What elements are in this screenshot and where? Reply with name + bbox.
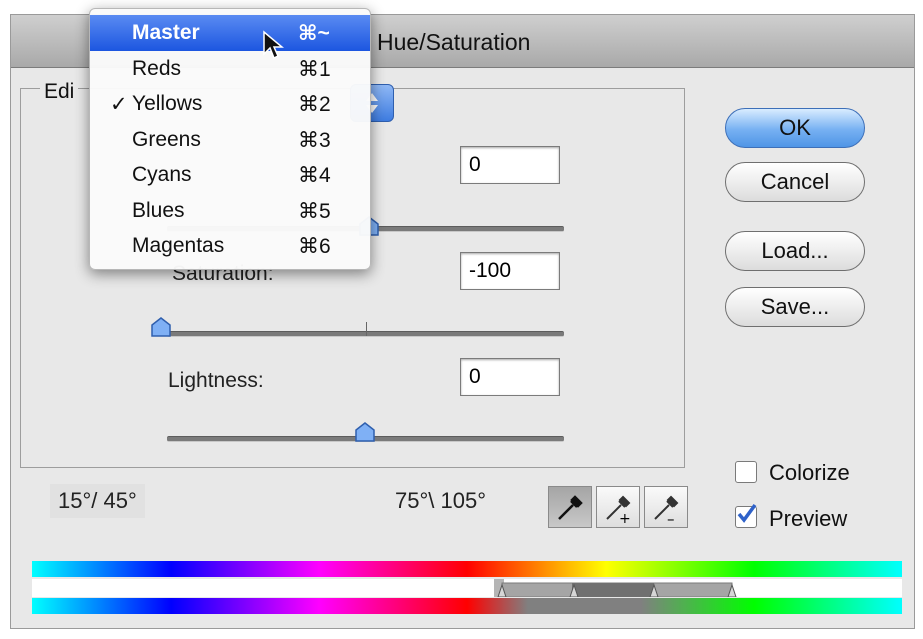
menu-item-cyans[interactable]: Cyans ⌘4 [90, 157, 370, 193]
check-icon: ✓ [110, 92, 128, 116]
colorize-checkbox[interactable] [735, 461, 757, 483]
shortcut: ⌘6 [298, 234, 331, 258]
color-range-slider[interactable] [32, 579, 902, 598]
pointer-cursor-icon [263, 30, 284, 60]
range-right-readout: 75°\ 105° [395, 488, 486, 513]
saturation-input[interactable] [460, 252, 560, 290]
svg-text:+: + [619, 511, 631, 527]
input-spectrum-bar [32, 561, 902, 577]
shortcut: ⌘5 [298, 199, 331, 223]
saturation-slider-thumb[interactable] [150, 316, 172, 338]
menu-item-yellows[interactable]: ✓ Yellows ⌘2 [90, 86, 370, 122]
shortcut: ⌘2 [298, 92, 331, 116]
shortcut: ⌘4 [298, 163, 331, 187]
add-to-sample-button[interactable]: + [596, 486, 640, 528]
menu-item-reds[interactable]: Reds ⌘1 [90, 51, 370, 87]
eyedropper-icon [558, 495, 583, 520]
shortcut: ⌘3 [298, 128, 331, 152]
preview-label: Preview [769, 506, 848, 531]
subtract-from-sample-button[interactable]: – [644, 486, 688, 528]
lightness-input[interactable] [460, 358, 560, 396]
check-icon [737, 503, 757, 523]
eyedropper-minus-icon: – [654, 495, 679, 528]
eyedropper-plus-icon: + [606, 495, 631, 527]
lightness-label: Lightness: [168, 369, 264, 392]
preview-checkbox[interactable] [735, 503, 757, 528]
cancel-button[interactable]: Cancel [725, 162, 865, 202]
saturation-center-tick [366, 322, 367, 336]
menu-item-master[interactable]: Master ⌘~ [90, 15, 370, 51]
shortcut: ⌘~ [298, 21, 330, 45]
range-left-readout: 15°/ 45° [50, 484, 145, 518]
eyedropper-button[interactable] [548, 486, 592, 528]
range-handles [494, 579, 737, 598]
menu-item-greens[interactable]: Greens ⌘3 [90, 122, 370, 158]
ok-button[interactable]: OK [725, 108, 865, 148]
output-spectrum-bar [32, 598, 902, 614]
edit-popup-menu: Master ⌘~ Reds ⌘1 ✓ Yellows ⌘2 Greens ⌘3… [89, 8, 371, 270]
lightness-slider-thumb[interactable] [354, 421, 376, 443]
save-button[interactable]: Save... [725, 287, 865, 327]
menu-item-magentas[interactable]: Magentas ⌘6 [90, 228, 370, 264]
colorize-label: Colorize [769, 460, 850, 485]
window-title: Hue/Saturation [377, 29, 531, 55]
svg-text:–: – [667, 510, 675, 527]
menu-item-blues[interactable]: Blues ⌘5 [90, 193, 370, 229]
hue-input[interactable] [460, 146, 560, 184]
load-button[interactable]: Load... [725, 231, 865, 271]
edit-label: Edi [40, 80, 79, 104]
shortcut: ⌘1 [298, 57, 331, 81]
